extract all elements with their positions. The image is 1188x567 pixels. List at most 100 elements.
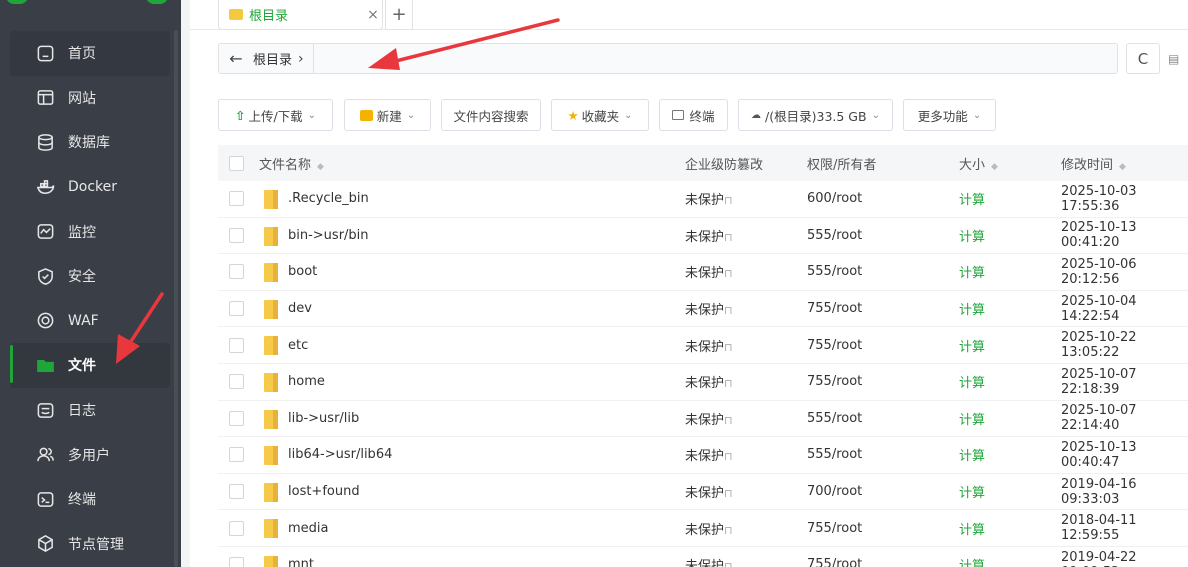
tab-root[interactable]: 根目录 × — [218, 0, 383, 30]
protection-status[interactable]: 未保护⊓ — [685, 299, 733, 318]
header-name[interactable]: 文件名称 ◆ — [259, 154, 324, 173]
permission-owner[interactable]: 755/root — [807, 521, 862, 536]
protection-status[interactable]: 未保护⊓ — [685, 262, 733, 281]
size-calc-link[interactable]: 计算 — [959, 372, 985, 391]
file-name[interactable]: bin->usr/bin — [288, 228, 369, 243]
sidebar-item-users[interactable]: 多用户 — [10, 432, 170, 477]
protection-status[interactable]: 未保护⊓ — [685, 555, 733, 567]
disk-button[interactable]: ☁/(根目录)33.5 GB ⌄ — [738, 99, 893, 131]
file-name[interactable]: .Recycle_bin — [288, 191, 369, 206]
table-row[interactable]: lib64->usr/lib64 未保护⊓ 555/root 计算 2025-10-13… — [218, 437, 1188, 474]
size-calc-link[interactable]: 计算 — [959, 336, 985, 355]
breadcrumb-root[interactable]: 根目录 — [253, 49, 292, 68]
add-tab-button[interactable]: + — [385, 0, 413, 30]
select-all-checkbox[interactable] — [229, 155, 244, 171]
protection-status[interactable]: 未保护⊓ — [685, 482, 733, 501]
size-calc-link[interactable]: 计算 — [959, 189, 985, 208]
file-name[interactable]: lib64->usr/lib64 — [288, 447, 392, 462]
upload-download-button[interactable]: ⇧ 上传/下载 ⌄ — [218, 99, 333, 131]
favorites-button[interactable]: ★ 收藏夹 ⌄ — [551, 99, 649, 131]
table-row[interactable]: mnt 未保护⊓ 755/root 计算 2019-04-22 09:09:52 — [218, 547, 1188, 567]
table-row[interactable]: lost+found 未保护⊓ 700/root 计算 2019-04-16 09:33… — [218, 474, 1188, 511]
sidebar-item-home[interactable]: 首页 — [10, 31, 170, 76]
more-functions-button[interactable]: 更多功能 ⌄ — [903, 99, 996, 131]
back-arrow-icon[interactable]: ← — [219, 49, 253, 68]
permission-owner[interactable]: 555/root — [807, 411, 862, 426]
protection-status[interactable]: 未保护⊓ — [685, 336, 733, 355]
sidebar-item-docker[interactable]: Docker — [10, 165, 170, 210]
size-calc-link[interactable]: 计算 — [959, 482, 985, 501]
collapse-toggle[interactable] — [146, 0, 168, 4]
table-row[interactable]: dev 未保护⊓ 755/root 计算 2025-10-04 14:22:54 — [218, 291, 1188, 328]
permission-owner[interactable]: 755/root — [807, 338, 862, 353]
terminal-button[interactable]: 终端 — [659, 99, 728, 131]
row-checkbox[interactable] — [229, 301, 244, 317]
permission-owner[interactable]: 555/root — [807, 264, 862, 279]
row-checkbox[interactable] — [229, 264, 244, 280]
table-row[interactable]: lib->usr/lib 未保护⊓ 555/root 计算 2025-10-07 22:… — [218, 401, 1188, 438]
permission-owner[interactable]: 755/root — [807, 374, 862, 389]
size-calc-link[interactable]: 计算 — [959, 445, 985, 464]
permission-owner[interactable]: 555/root — [807, 228, 862, 243]
chevron-right-icon[interactable]: › — [298, 43, 315, 74]
sidebar-item-files[interactable]: 文件 — [10, 343, 170, 388]
file-name[interactable]: etc — [288, 338, 308, 353]
file-name[interactable]: lib->usr/lib — [288, 411, 359, 426]
table-row[interactable]: home 未保护⊓ 755/root 计算 2025-10-07 22:18:39 — [218, 364, 1188, 401]
refresh-button[interactable]: C — [1126, 43, 1160, 74]
size-calc-link[interactable]: 计算 — [959, 555, 985, 567]
sidebar-item-database[interactable]: 数据库 — [10, 120, 170, 165]
size-calc-link[interactable]: 计算 — [959, 226, 985, 245]
protection-status[interactable]: 未保护⊓ — [685, 409, 733, 428]
protection-status[interactable]: 未保护⊓ — [685, 372, 733, 391]
row-checkbox[interactable] — [229, 520, 244, 536]
sidebar-item-nodes[interactable]: 节点管理 — [10, 522, 170, 567]
path-bar[interactable]: ← 根目录 › — [218, 43, 1118, 74]
sidebar-item-terminal[interactable]: 终端 — [10, 477, 170, 522]
sidebar-item-security[interactable]: 安全 — [10, 254, 170, 299]
protection-status[interactable]: 未保护⊓ — [685, 189, 733, 208]
size-calc-link[interactable]: 计算 — [959, 519, 985, 538]
sidebar-scrollbar[interactable] — [174, 30, 178, 567]
row-checkbox[interactable] — [229, 227, 244, 243]
row-checkbox[interactable] — [229, 447, 244, 463]
size-calc-link[interactable]: 计算 — [959, 262, 985, 281]
sidebar-item-website[interactable]: 网站 — [10, 76, 170, 121]
file-name[interactable]: lost+found — [288, 484, 360, 499]
new-button[interactable]: 新建 ⌄ — [344, 99, 431, 131]
row-checkbox[interactable] — [229, 484, 244, 500]
permission-owner[interactable]: 755/root — [807, 301, 862, 316]
permission-owner[interactable]: 600/root — [807, 191, 862, 206]
table-row[interactable]: boot 未保护⊓ 555/root 计算 2025-10-06 20:12:56 — [218, 254, 1188, 291]
table-row[interactable]: .Recycle_bin 未保护⊓ 600/root 计算 2025-10-03 17:… — [218, 181, 1188, 218]
header-size[interactable]: 大小 ◆ — [959, 154, 998, 173]
size-calc-link[interactable]: 计算 — [959, 299, 985, 318]
table-row[interactable]: etc 未保护⊓ 755/root 计算 2025-10-22 13:05:22 — [218, 327, 1188, 364]
file-name[interactable]: media — [288, 521, 329, 536]
permission-owner[interactable]: 555/root — [807, 447, 862, 462]
row-checkbox[interactable] — [229, 410, 244, 426]
row-checkbox[interactable] — [229, 374, 244, 390]
sidebar-item-waf[interactable]: WAF — [10, 299, 170, 344]
content-search-button[interactable]: 文件内容搜索 — [441, 99, 541, 131]
close-icon[interactable]: × — [364, 7, 382, 23]
table-row[interactable]: media 未保护⊓ 755/root 计算 2018-04-11 12:59:55 — [218, 510, 1188, 547]
file-name[interactable]: mnt — [288, 557, 314, 567]
row-checkbox[interactable] — [229, 557, 244, 567]
file-name[interactable]: boot — [288, 264, 317, 279]
list-view-icon[interactable]: ▤ — [1168, 52, 1188, 66]
permission-owner[interactable]: 755/root — [807, 557, 862, 567]
row-checkbox[interactable] — [229, 191, 244, 207]
file-name[interactable]: home — [288, 374, 325, 389]
permission-owner[interactable]: 700/root — [807, 484, 862, 499]
protection-status[interactable]: 未保护⊓ — [685, 226, 733, 245]
header-mtime[interactable]: 修改时间 ◆ — [1061, 154, 1126, 173]
protection-status[interactable]: 未保护⊓ — [685, 519, 733, 538]
sidebar-item-logs[interactable]: 日志 — [10, 388, 170, 433]
file-name[interactable]: dev — [288, 301, 312, 316]
size-calc-link[interactable]: 计算 — [959, 409, 985, 428]
row-checkbox[interactable] — [229, 337, 244, 353]
table-row[interactable]: bin->usr/bin 未保护⊓ 555/root 计算 2025-10-13 00:… — [218, 218, 1188, 255]
sidebar-item-monitor[interactable]: 监控 — [10, 209, 170, 254]
protection-status[interactable]: 未保护⊓ — [685, 445, 733, 464]
